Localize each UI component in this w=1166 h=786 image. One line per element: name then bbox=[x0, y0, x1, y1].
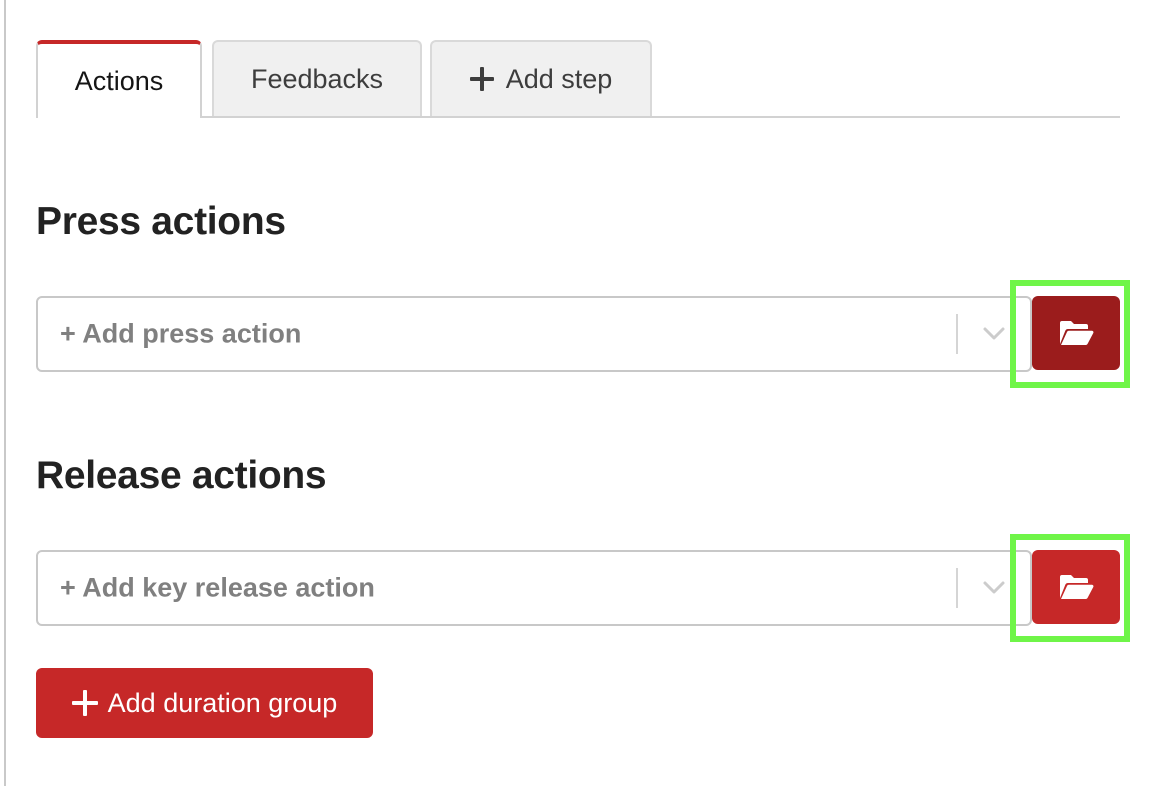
browse-release-actions-button[interactable] bbox=[1032, 550, 1120, 624]
tab-feedbacks[interactable]: Feedbacks bbox=[212, 40, 422, 116]
plus-icon bbox=[71, 690, 98, 716]
select-indicator-separator bbox=[956, 568, 958, 608]
tab-actions[interactable]: Actions bbox=[36, 40, 202, 118]
folder-open-icon bbox=[1060, 575, 1094, 600]
press-actions-heading: Press actions bbox=[36, 200, 286, 243]
add-duration-group-button[interactable]: Add duration group bbox=[36, 668, 373, 738]
tab-bar: Actions Feedbacks Add step bbox=[36, 40, 1120, 118]
release-actions-heading: Release actions bbox=[36, 454, 327, 497]
tab-feedbacks-label: Feedbacks bbox=[250, 63, 384, 94]
button-config-panel: Actions Feedbacks Add step Press actions… bbox=[0, 0, 1166, 786]
select-indicator-separator bbox=[956, 314, 958, 354]
folder-open-icon bbox=[1060, 321, 1094, 346]
tab-add-step[interactable]: Add step bbox=[430, 40, 652, 116]
add-press-action-select[interactable]: + Add press action bbox=[36, 296, 1032, 372]
chevron-down-icon[interactable] bbox=[982, 326, 1006, 342]
plus-icon bbox=[469, 67, 494, 91]
add-duration-group-label: Add duration group bbox=[107, 687, 338, 718]
browse-press-actions-button[interactable] bbox=[1032, 296, 1120, 370]
tab-add-step-label: Add step bbox=[505, 63, 613, 94]
add-key-release-action-select[interactable]: + Add key release action bbox=[36, 550, 1032, 626]
panel-left-border bbox=[4, 0, 6, 786]
chevron-down-icon[interactable] bbox=[982, 580, 1006, 596]
add-key-release-action-placeholder: + Add key release action bbox=[60, 572, 375, 603]
add-press-action-placeholder: + Add press action bbox=[60, 318, 302, 349]
tab-actions-label: Actions bbox=[74, 65, 164, 96]
